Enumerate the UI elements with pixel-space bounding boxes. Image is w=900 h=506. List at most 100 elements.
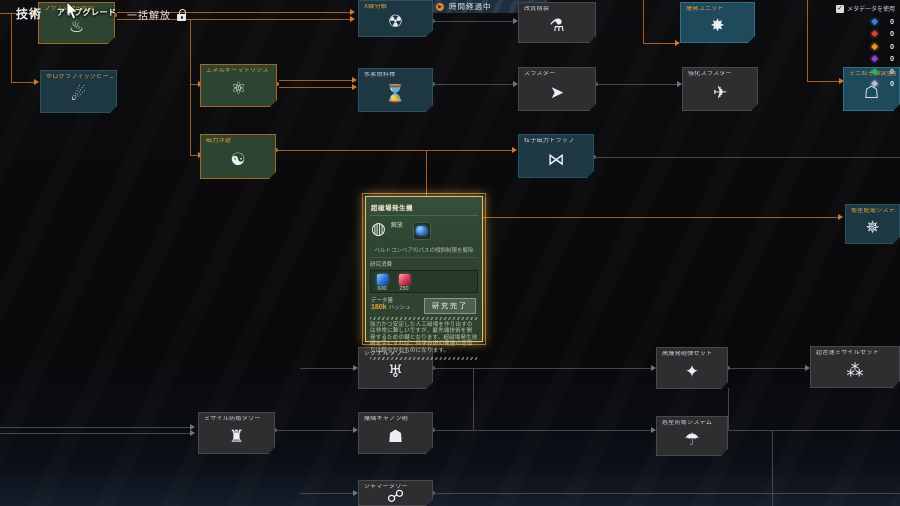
dashed-divider — [370, 317, 478, 320]
legend-row-red-matrix: ◆0 — [836, 29, 898, 42]
implosion-cannon-icon: ☗ — [359, 422, 432, 451]
connector-arrow-icon — [651, 365, 656, 371]
blue-matrix-icon — [377, 274, 388, 285]
connector-line — [190, 155, 198, 156]
legend-row-white-matrix: ◆0 — [836, 79, 898, 92]
connector-arrow-icon — [353, 490, 358, 496]
connector-arrow-icon — [352, 77, 357, 83]
tech-description: 強力かつ安定した人工磁場を作り出すのは非常に難しいですが、最先端技術を開発するた… — [370, 322, 478, 354]
bulk-unlock-button[interactable]: 一括解放 — [127, 7, 187, 22]
tech-node-he-shell-set[interactable]: 高爆発砲弾セット✦ — [656, 347, 728, 389]
unlock-label: 解放 — [391, 220, 403, 229]
supersonic-missile-set-icon: ⁂ — [811, 356, 899, 385]
coil-icon: ◍ — [371, 219, 386, 239]
research-cost-box: 600 250 — [370, 270, 478, 293]
tech-node-hydrogen-fuel-rod[interactable]: 水素燃料棒⌛ — [358, 68, 433, 112]
thruster-icon: ➤ — [519, 77, 595, 108]
purple-matrix-icon: ◆ — [871, 55, 878, 64]
connector-line — [728, 430, 900, 431]
reinforced-thruster-icon: ✈ — [683, 77, 757, 108]
data-amount-value: 180kハッシュ — [371, 303, 411, 311]
legend-value: 0 — [888, 81, 894, 88]
connector-line — [190, 84, 191, 156]
connector-line — [483, 217, 838, 218]
tech-node-implosion-cannon[interactable]: 爆縮キャノン砲☗ — [358, 412, 433, 454]
holographic-beacon-icon: ☄ — [41, 80, 116, 110]
connector-line — [807, 81, 839, 82]
yellow-matrix-icon: ◆ — [871, 43, 878, 52]
tech-node-supersonic-missile-set[interactable]: 超音速ミサイルセット⁂ — [810, 346, 900, 388]
xray-cracking-icon: ☢ — [359, 10, 432, 34]
connector-line — [807, 0, 808, 82]
legend-value: 0 — [888, 44, 894, 51]
connector-line — [730, 368, 805, 369]
connector-line — [473, 368, 474, 430]
connector-arrow-icon — [513, 18, 518, 24]
connector-line — [278, 150, 512, 151]
explosive-unit-icon: ✸ — [681, 12, 754, 40]
tech-node-particle-magnetic-trap[interactable]: 粒子磁力トラップ⋈ — [518, 134, 594, 178]
jammer-tower-icon: ☍ — [359, 490, 432, 503]
connector-line — [643, 0, 644, 44]
unlock-description: ベルトコンベアのパスの傾斜制限を解除 — [370, 246, 478, 254]
green-matrix-icon: ◆ — [871, 68, 878, 77]
unlock-row: ◍ 解放 — [370, 218, 478, 246]
matrix-counters: ◆0◆0◆0◆0◆0◆0 — [836, 16, 898, 91]
tech-node-thruster[interactable]: スラスター➤ — [518, 67, 596, 111]
legend-value: 0 — [888, 69, 894, 76]
divider — [370, 257, 478, 258]
connector-line — [11, 82, 34, 83]
legend-row-green-matrix: ◆0 — [836, 66, 898, 79]
tech-node-reformed-refinement[interactable]: 改質精製⚗ — [518, 2, 596, 43]
tech-detail-panel: 超磁場発生機 ◍ 解放 ベルトコンベアのパスの傾斜制限を解除 研究消費 600 … — [365, 196, 483, 342]
tech-node-explosive-unit[interactable]: 爆発ユニット✸ — [680, 2, 755, 43]
connector-arrow-icon — [513, 81, 518, 87]
connector-line — [300, 493, 353, 494]
tech-node-satellite-power-system[interactable]: 衛星配電システム✵ — [845, 204, 900, 244]
tech-node-energy-matrix[interactable]: エネルギーマトリクス⚛ — [200, 64, 277, 107]
page-title: 技術 — [16, 5, 42, 22]
legend-value: 0 — [888, 19, 894, 26]
connector-line — [728, 388, 729, 430]
connector-arrow-icon — [805, 365, 810, 371]
tech-node-magnetic-levitation[interactable]: 磁力浮遊☯ — [200, 134, 276, 179]
tech-node-reinforced-thruster[interactable]: 強化スラスター✈ — [682, 67, 758, 111]
red-matrix-icon: ◆ — [871, 30, 878, 39]
connector-line — [435, 493, 900, 494]
legend-value: 0 — [888, 56, 894, 63]
connector-line — [0, 427, 190, 428]
particle-magnetic-trap-icon: ⋈ — [519, 144, 593, 175]
connector-line — [0, 433, 190, 434]
tech-node-missile-defense-tower[interactable]: ミサイル防衛タワー♜ — [198, 412, 275, 454]
checkbox-icon[interactable]: ✓ — [836, 5, 844, 13]
play-icon: ▶ — [436, 3, 444, 11]
signal-tower-icon: ♅ — [359, 357, 432, 386]
metadata-checkbox-row[interactable]: ✓ メタデータを使用 — [836, 4, 898, 13]
magnetic-levitation-icon: ☯ — [201, 144, 275, 176]
white-matrix-icon: ◆ — [871, 80, 878, 89]
connector-arrow-icon — [352, 84, 357, 90]
connector-arrow-icon — [512, 147, 517, 153]
connector-arrow-icon — [677, 81, 682, 87]
data-amount-row: データ量 180kハッシュ 研究完了 — [370, 296, 478, 314]
connector-line — [279, 87, 352, 88]
tech-node-holographic-beacon[interactable]: ホログラフィックビーコン☄ — [40, 70, 117, 113]
legend-row-yellow-matrix: ◆0 — [836, 41, 898, 54]
unlock-item-icon[interactable] — [413, 222, 431, 240]
connector-line — [277, 430, 353, 431]
tech-node-planetary-defense-system[interactable]: 惑星防衛システム☂ — [656, 416, 728, 456]
connector-line — [643, 43, 675, 44]
tech-node-jammer-tower[interactable]: ジャマータワー☍ — [358, 480, 433, 506]
connector-arrow-icon — [350, 9, 355, 15]
dashed-divider-bottom — [370, 357, 478, 360]
research-complete-button[interactable]: 研究完了 — [424, 298, 476, 314]
blue-cube-cost: 600 — [375, 273, 389, 292]
bulk-unlock-label: 一括解放 — [127, 7, 171, 22]
red-matrix-icon — [399, 274, 410, 285]
tech-node-xray-cracking[interactable]: X線分解☢ — [358, 0, 433, 37]
connector-line — [435, 21, 513, 22]
connector-line — [435, 368, 651, 369]
blue-matrix-icon: ◆ — [871, 18, 878, 27]
missile-defense-tower-icon: ♜ — [199, 422, 274, 451]
legend-value: 0 — [888, 31, 894, 38]
